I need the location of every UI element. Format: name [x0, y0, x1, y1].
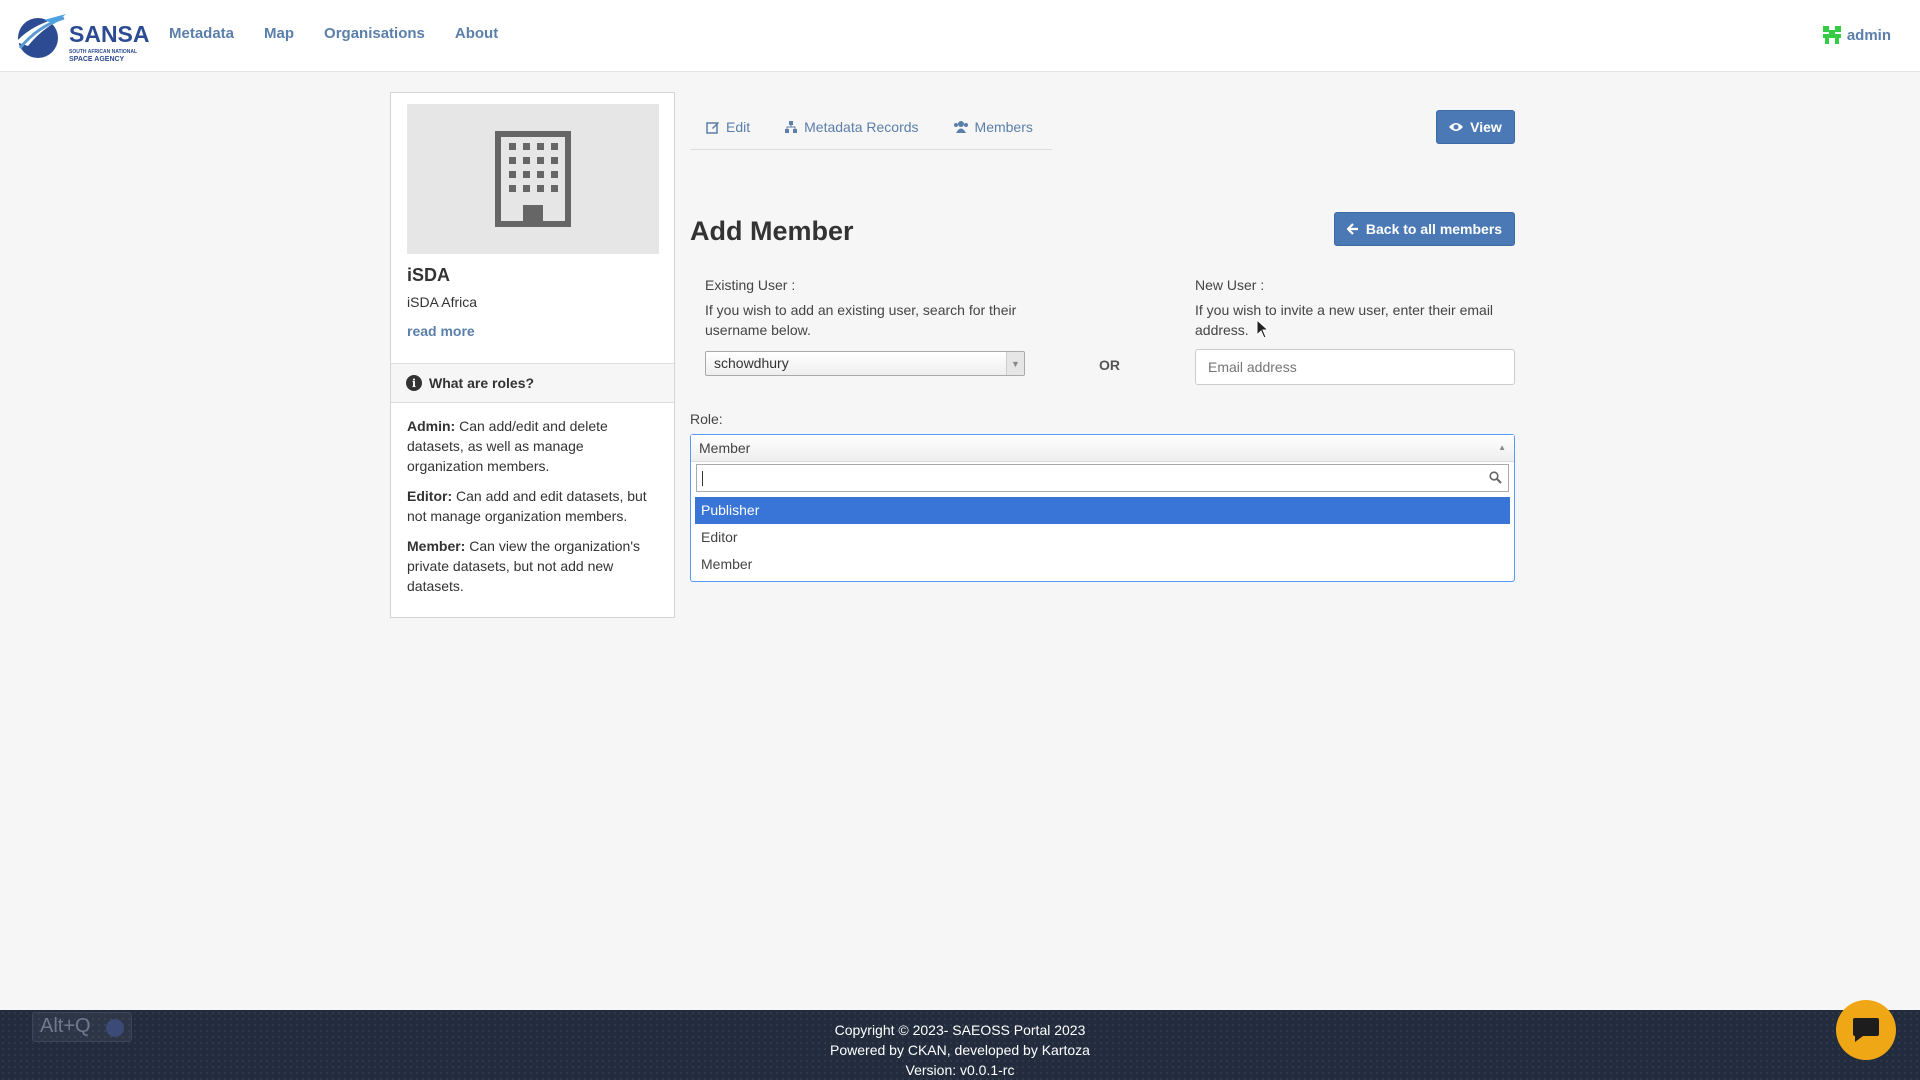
footer-text: Copyright © 2023- SAEOSS Portal 2023 Pow…: [0, 1020, 1920, 1080]
altq-label: Alt+Q: [40, 1015, 91, 1037]
sitemap-icon: [785, 121, 798, 133]
tab-metadata-records-label: Metadata Records: [804, 119, 919, 135]
tab-members-label: Members: [974, 119, 1033, 135]
info-icon: i: [406, 375, 422, 391]
email-field[interactable]: [1195, 349, 1515, 385]
organization-image: [407, 104, 659, 254]
existing-user-value: schowdhury: [714, 355, 789, 371]
footer-copyright: Copyright © 2023- SAEOSS Portal 2023: [834, 1022, 1086, 1038]
role-name: Member:: [407, 538, 466, 554]
user-name: admin: [1846, 26, 1891, 44]
role-select[interactable]: Member ▲: [691, 435, 1514, 462]
user-avatar-icon: [1820, 24, 1843, 46]
page-footer: Copyright © 2023- SAEOSS Portal 2023 Pow…: [0, 1010, 1920, 1080]
existing-user-label: Existing User :: [705, 277, 796, 293]
text-caret: [702, 471, 703, 486]
eye-icon: [1449, 123, 1464, 131]
waveform-icon: [106, 1019, 124, 1037]
chevron-down-icon: ▼: [1006, 352, 1024, 375]
read-more-link[interactable]: read more: [407, 323, 475, 339]
chevron-up-icon: ▲: [1498, 443, 1506, 452]
organization-tabs: Edit Metadata Records Members: [690, 116, 1052, 150]
nav-organisations[interactable]: Organisations: [324, 25, 425, 42]
page-title: Add Member: [690, 216, 854, 246]
role-dropdown[interactable]: Member ▲ Publisher Editor Member: [690, 434, 1515, 582]
tab-edit-label: Edit: [726, 119, 751, 135]
edit-icon: [706, 122, 719, 134]
logo-subtitle-line2: SPACE AGENCY: [69, 56, 125, 63]
organization-sidebar: iSDA iSDA Africa read more i What are ro…: [390, 92, 675, 618]
new-user-help: If you wish to invite a new user, enter …: [1195, 302, 1494, 338]
new-user-label: New User :: [1195, 277, 1265, 293]
footer-version: Version: v0.0.1-rc: [905, 1062, 1015, 1078]
logo-title: SANSA: [69, 21, 150, 47]
tab-metadata-records[interactable]: Metadata Records: [768, 116, 919, 149]
logo-subtitle-line1: SOUTH AFRICAN NATIONAL: [69, 49, 138, 55]
sansa-swoosh-icon: [16, 14, 68, 58]
user-menu[interactable]: admin: [1820, 24, 1891, 46]
arrow-left-icon: [1346, 223, 1358, 235]
chat-button[interactable]: [1836, 1000, 1896, 1060]
role-member-desc: Member: Can view the organization's priv…: [407, 536, 657, 596]
users-icon: [953, 121, 968, 133]
view-button-label: View: [1470, 119, 1502, 135]
nav-metadata[interactable]: Metadata: [169, 25, 234, 42]
building-icon: [495, 131, 571, 227]
organization-title: iSDA: [407, 265, 451, 285]
role-option-member[interactable]: Member: [695, 551, 1510, 578]
view-button[interactable]: View: [1436, 110, 1515, 144]
existing-user-help: If you wish to add an existing user, sea…: [705, 302, 1017, 338]
roles-heading-text: What are roles?: [429, 375, 535, 391]
role-selected-value: Member: [699, 440, 751, 456]
roles-heading: i What are roles?: [391, 363, 674, 403]
top-header: SANSA SOUTH AFRICAN NATIONAL SPACE AGENC…: [0, 0, 1920, 72]
back-button-label: Back to all members: [1365, 221, 1503, 237]
logo-subtitle: SOUTH AFRICAN NATIONAL SPACE AGENCY: [69, 48, 137, 63]
role-option-publisher[interactable]: Publisher: [695, 497, 1510, 524]
search-icon: [1489, 471, 1502, 484]
back-to-members-button[interactable]: Back to all members: [1334, 212, 1515, 246]
altq-widget[interactable]: Alt+Q: [32, 1012, 132, 1042]
sansa-logo[interactable]: SANSA SOUTH AFRICAN NATIONAL SPACE AGENC…: [14, 12, 150, 63]
tab-edit[interactable]: Edit: [690, 116, 750, 149]
or-divider: OR: [1099, 357, 1120, 373]
tab-members[interactable]: Members: [937, 116, 1033, 149]
nav-map[interactable]: Map: [264, 25, 294, 42]
chat-icon: [1853, 1018, 1879, 1042]
role-admin-desc: Admin: Can add/edit and delete datasets,…: [407, 416, 657, 476]
organization-description: iSDA Africa: [407, 294, 478, 310]
footer-powered-by: Powered by CKAN, developed by Kartoza: [830, 1042, 1090, 1058]
roles-description: Admin: Can add/edit and delete datasets,…: [407, 416, 657, 606]
role-search-input[interactable]: [696, 464, 1509, 492]
role-name: Admin:: [407, 418, 456, 434]
role-label: Role:: [690, 411, 723, 427]
nav-about[interactable]: About: [455, 25, 498, 42]
main-nav: Metadata Map Organisations About: [169, 25, 528, 42]
mouse-cursor-icon: [1256, 319, 1270, 339]
role-editor-desc: Editor: Can add and edit datasets, but n…: [407, 486, 657, 526]
role-option-editor[interactable]: Editor: [695, 524, 1510, 551]
role-options: Publisher Editor Member: [695, 497, 1510, 578]
role-name: Editor:: [407, 488, 453, 504]
existing-user-select[interactable]: schowdhury ▼: [705, 351, 1025, 376]
